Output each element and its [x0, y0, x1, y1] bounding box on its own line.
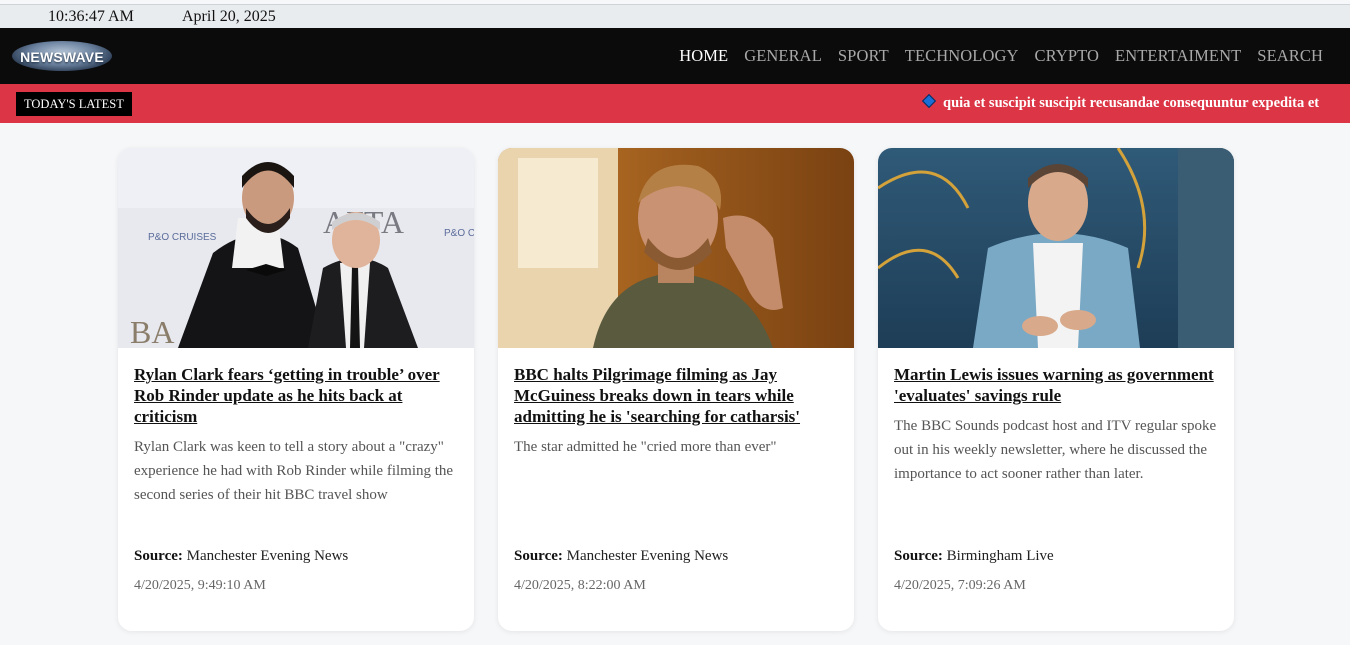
source-label: Source:	[514, 548, 563, 564]
article-source: Source: Manchester Evening News	[134, 548, 348, 565]
source-name: Manchester Evening News	[186, 548, 349, 564]
nav-item-technology[interactable]: TECHNOLOGY	[905, 46, 1019, 66]
nav-item-search[interactable]: SEARCH	[1257, 46, 1323, 66]
nav-item-general[interactable]: GENERAL	[744, 46, 822, 66]
svg-text:BA: BA	[130, 314, 174, 348]
article-description: Rylan Clark was keen to tell a story abo…	[134, 439, 454, 503]
article-description: The star admitted he "cried more than ev…	[514, 439, 777, 455]
ticker-headline[interactable]: quia et suscipit suscipit recusandae con…	[921, 93, 1320, 112]
nav-item-entertainment[interactable]: ENTERTAIMENT	[1115, 46, 1241, 66]
newswave-logo[interactable]: NEWSWAVE	[12, 41, 112, 71]
logo-text: NEWSWAVE	[20, 49, 104, 65]
article-title[interactable]: Rylan Clark fears ‘getting in trouble’ o…	[134, 364, 460, 427]
current-date: April 20, 2025	[182, 8, 276, 25]
article-timestamp: 4/20/2025, 9:49:10 AM	[134, 578, 266, 593]
nav-menu: HOME GENERAL SPORT TECHNOLOGY CRYPTO ENT…	[679, 46, 1323, 66]
top-status-bar: 10:36:47 AM April 20, 2025	[0, 4, 1350, 28]
article-title[interactable]: BBC halts Pilgrimage filming as Jay McGu…	[514, 364, 840, 427]
ticker-headline-text: quia et suscipit suscipit recusandae con…	[943, 95, 1320, 111]
current-time: 10:36:47 AM	[48, 8, 134, 25]
source-name: Birmingham Live	[946, 548, 1054, 564]
nav-item-home[interactable]: HOME	[679, 46, 728, 66]
news-card: P&O CRUISES AFTA P&O C BA Rylan Clark fe…	[118, 148, 474, 631]
main-navbar: NEWSWAVE HOME GENERAL SPORT TECHNOLOGY C…	[0, 28, 1350, 84]
diamond-bullet-icon	[921, 93, 937, 109]
source-label: Source:	[894, 548, 943, 564]
article-source: Source: Birmingham Live	[894, 548, 1054, 565]
breaking-news-ticker: TODAY'S LATEST quia et suscipit suscipit…	[0, 84, 1350, 123]
svg-text:P&O C: P&O C	[444, 228, 474, 239]
article-image[interactable]	[878, 148, 1234, 348]
svg-text:P&O CRUISES: P&O CRUISES	[148, 232, 217, 243]
news-card: BBC halts Pilgrimage filming as Jay McGu…	[498, 148, 854, 631]
source-name: Manchester Evening News	[566, 548, 729, 564]
article-title[interactable]: Martin Lewis issues warning as governmen…	[894, 364, 1220, 406]
article-description: The BBC Sounds podcast host and ITV regu…	[894, 418, 1217, 482]
ticker-label: TODAY'S LATEST	[16, 92, 132, 116]
news-card: Martin Lewis issues warning as governmen…	[878, 148, 1234, 631]
article-image[interactable]	[498, 148, 854, 348]
article-timestamp: 4/20/2025, 7:09:26 AM	[894, 578, 1026, 593]
article-source: Source: Manchester Evening News	[514, 548, 728, 565]
article-image[interactable]: P&O CRUISES AFTA P&O C BA	[118, 148, 474, 348]
source-label: Source:	[134, 548, 183, 564]
nav-item-sport[interactable]: SPORT	[838, 46, 889, 66]
nav-item-crypto[interactable]: CRYPTO	[1035, 46, 1100, 66]
article-timestamp: 4/20/2025, 8:22:00 AM	[514, 578, 646, 593]
